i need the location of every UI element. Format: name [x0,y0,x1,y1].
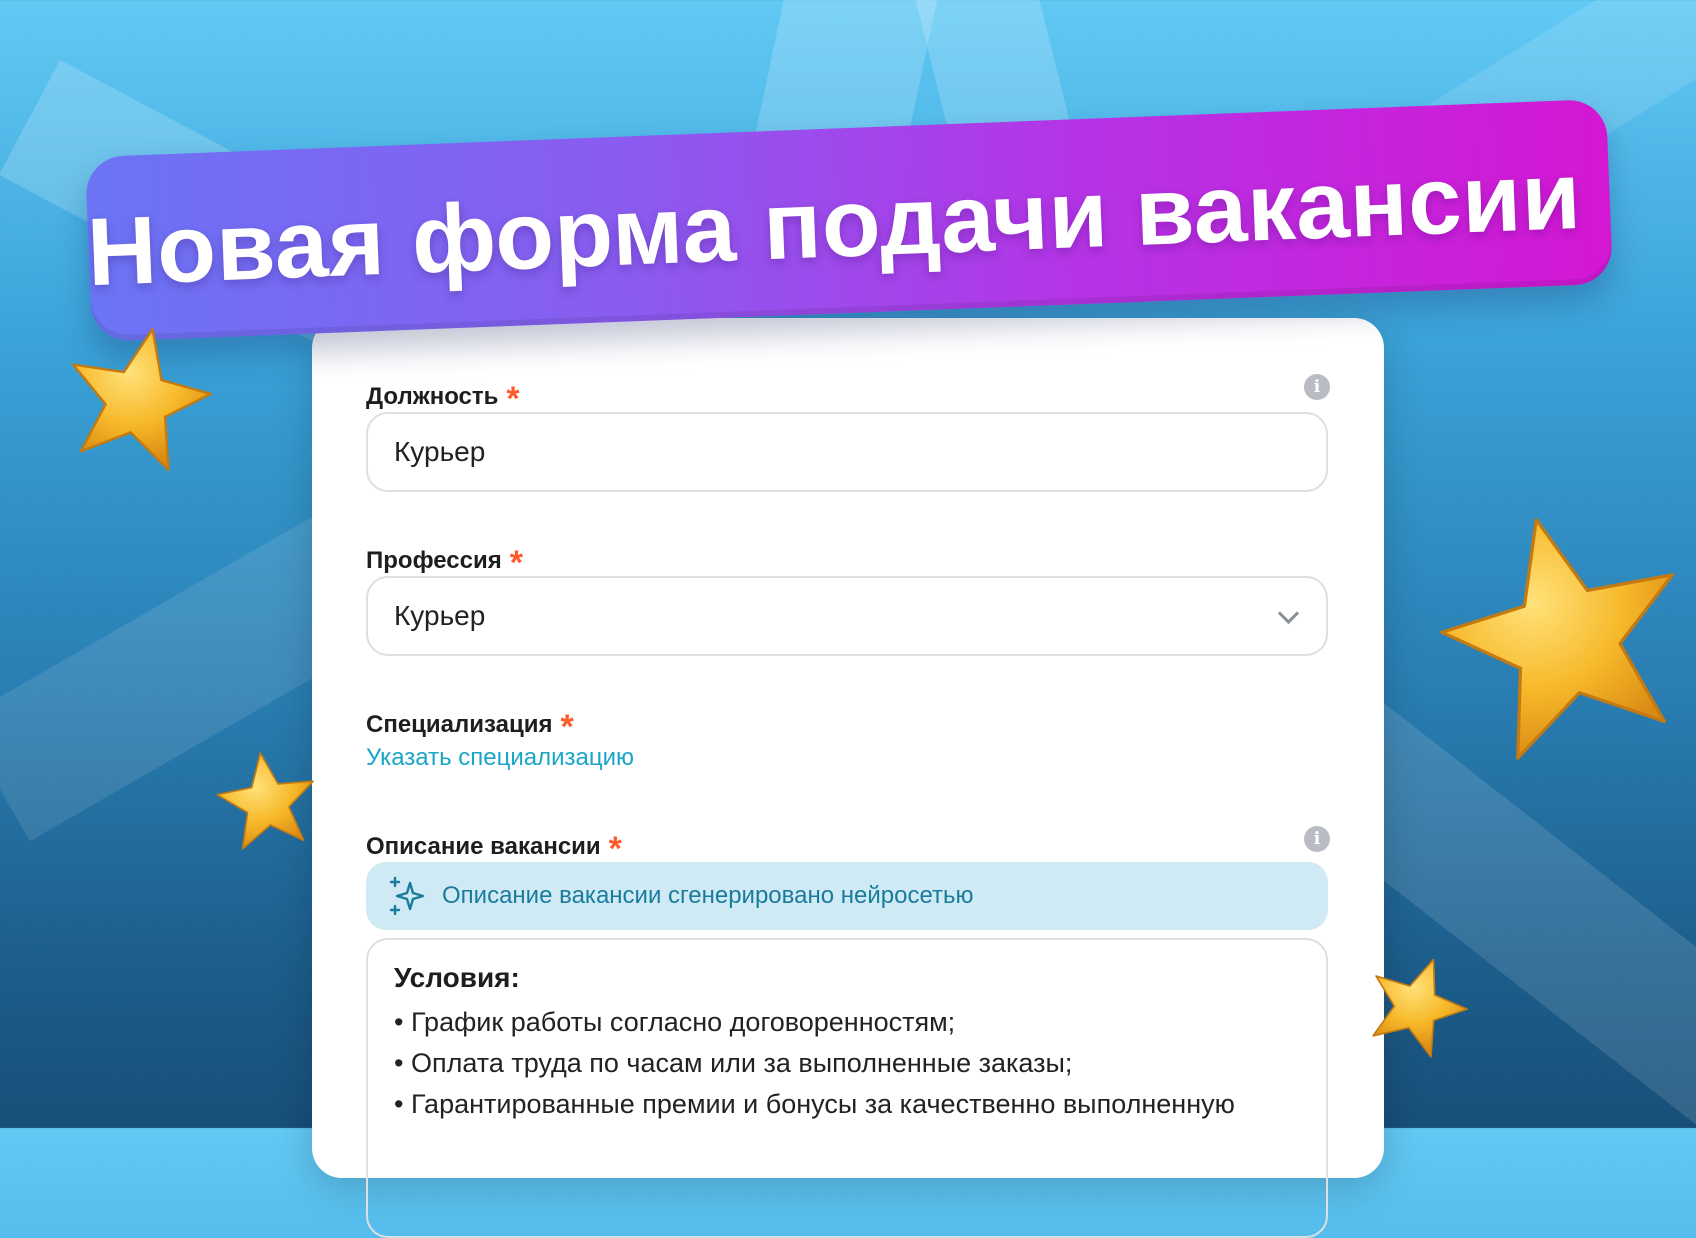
position-label-text: Должность [366,383,499,410]
headline-title: Новая форма подачи вакансии [85,141,1583,306]
sparkle-icon [389,876,425,916]
description-heading: Условия: [394,962,520,993]
star-icon [216,752,314,850]
star-icon [71,327,213,472]
description-textarea[interactable]: Условия: • График работы согласно догово… [366,938,1328,1238]
profession-select-value: Курьер [394,600,486,631]
headline-banner: Новая форма подачи вакансии [85,98,1613,343]
position-label: Должность * [366,374,520,418]
position-input[interactable]: Курьер [366,412,1328,492]
specify-specialization-link[interactable]: Указать специализацию [366,744,634,772]
chevron-down-icon[interactable] [1277,602,1300,625]
profession-label: Профессия * [366,538,523,582]
profession-label-text: Профессия [366,547,502,574]
specialization-label: Специализация * [366,702,574,746]
description-label-text: Описание вакансии [366,833,601,860]
required-marker: * [560,708,574,746]
description-line: • График работы согласно договоренностям… [394,1007,956,1037]
ai-generated-notice: Описание вакансии сгенерировано нейросет… [366,862,1328,930]
star-icon [1372,958,1468,1058]
description-line: • Гарантированные премии и бонусы за кач… [394,1089,1235,1119]
star-icon [1440,518,1675,760]
info-icon[interactable]: i [1304,374,1330,400]
position-input-value: Курьер [394,436,486,467]
specialization-label-text: Специализация [366,711,553,738]
description-line: • Оплата труда по часам или за выполненн… [394,1048,1073,1078]
ai-notice-text: Описание вакансии сгенерировано нейросет… [442,882,974,909]
profession-select[interactable]: Курьер [366,576,1328,656]
info-icon[interactable]: i [1304,826,1330,852]
vacancy-form-card: Должность * i Курьер Профессия * Курьер Сп… [312,318,1384,1238]
description-label: Описание вакансии * [366,824,622,868]
